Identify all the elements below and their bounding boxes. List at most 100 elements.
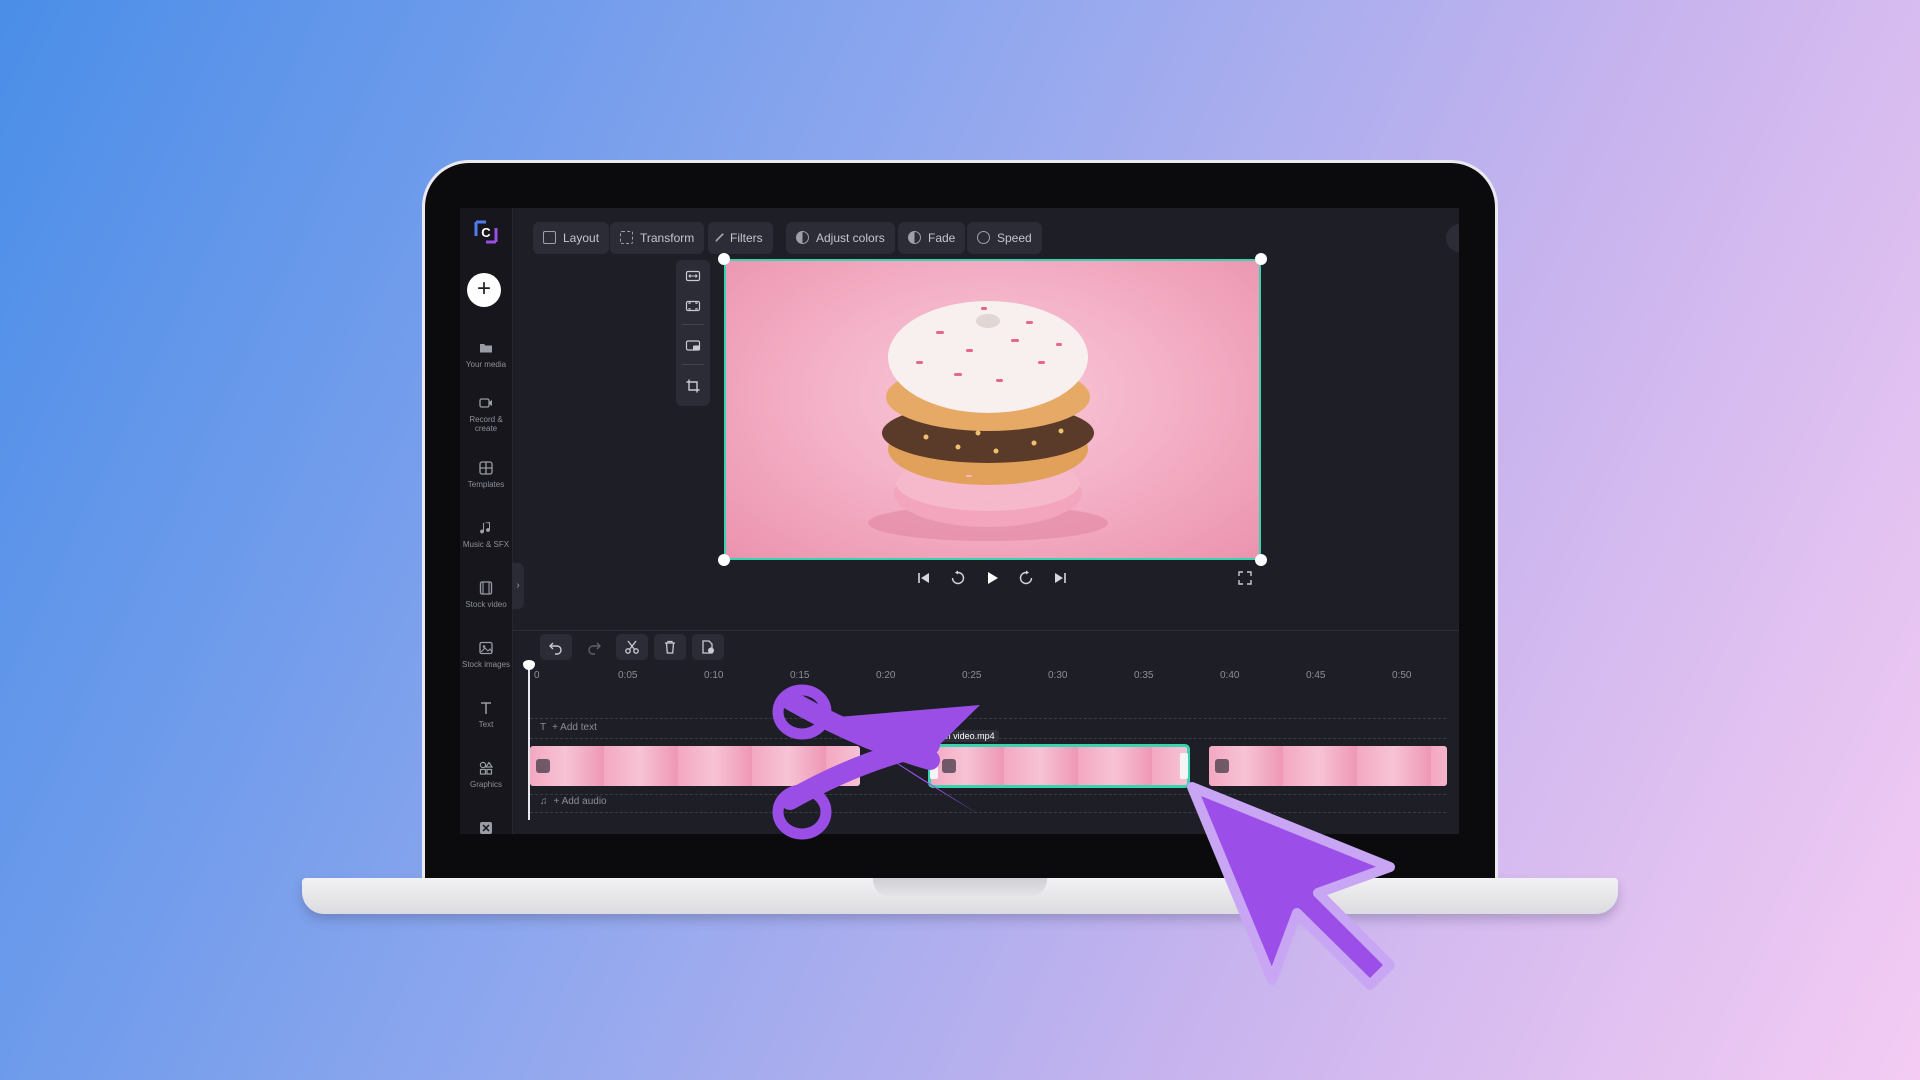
rewind-5s-icon[interactable]	[950, 570, 966, 586]
skip-to-end-icon[interactable]	[1052, 570, 1068, 586]
layout-button[interactable]: Layout	[533, 222, 610, 254]
trim-handle-left[interactable]	[930, 753, 938, 779]
speedometer-icon	[977, 231, 990, 244]
contrast-icon	[796, 231, 809, 244]
tick-label: 0:05	[618, 670, 638, 681]
tick-label: 0:35	[1134, 670, 1154, 681]
forward-5s-icon[interactable]	[1018, 570, 1034, 586]
shapes-icon	[479, 761, 494, 775]
timeline-ruler[interactable]: 0 0:05 0:10 0:15 0:20 0:25 0:30 0:35 0:4…	[460, 666, 1459, 690]
crop-icon[interactable]	[685, 378, 701, 394]
tick-label: 0:10	[704, 670, 724, 681]
sidebar-item-label: Text	[478, 720, 494, 729]
split-button[interactable]	[616, 634, 648, 660]
fill-icon[interactable]	[685, 298, 701, 314]
sidebar: C + Your media Record & create Templates…	[460, 208, 513, 834]
text-track-line	[530, 718, 1446, 719]
sidebar-item-stock-images[interactable]: Stock images	[460, 640, 512, 669]
clipchamp-logo: C	[474, 220, 498, 244]
sidebar-item-more[interactable]	[460, 820, 512, 834]
transform-icon	[620, 231, 633, 244]
text-icon	[481, 702, 491, 714]
fade-icon	[908, 231, 921, 244]
sidebar-item-label: Templates	[467, 480, 505, 489]
text-icon: T	[540, 722, 547, 733]
sidebar-item-text[interactable]: Text	[460, 700, 512, 729]
transform-button[interactable]: Transform	[610, 222, 705, 254]
templates-icon	[479, 461, 493, 475]
sidebar-item-label: Record & create	[469, 415, 503, 433]
trim-handle-right[interactable]	[1180, 753, 1188, 779]
speed-button[interactable]: Speed	[967, 222, 1042, 254]
layout-icon	[543, 231, 556, 244]
fullscreen-icon[interactable]	[1237, 570, 1253, 586]
video-clip-1[interactable]	[530, 746, 860, 786]
video-clip-3[interactable]	[1209, 746, 1447, 786]
sidebar-item-templates[interactable]: Templates	[460, 460, 512, 489]
file-add-icon	[702, 640, 714, 654]
panel-divider	[512, 630, 1459, 631]
scissors-icon	[625, 640, 639, 654]
fade-button[interactable]: Fade	[898, 222, 966, 254]
expand-panel-toggle[interactable]: ›	[512, 563, 524, 609]
audio-icon	[1215, 759, 1229, 773]
add-media-button[interactable]: +	[467, 273, 501, 307]
tick-label: 0:15	[790, 670, 810, 681]
video-clip-2-selected[interactable]	[928, 744, 1190, 788]
donut-stack-image	[868, 301, 1108, 541]
sidebar-item-stock-video[interactable]: Stock video	[460, 580, 512, 609]
image-icon	[479, 641, 493, 655]
trash-icon	[665, 640, 675, 654]
resize-handle-top-left[interactable]	[718, 253, 730, 265]
music-note-icon	[480, 522, 491, 534]
clip-name-label: Trim video.mp4	[929, 730, 999, 742]
sidebar-item-label: Graphics	[469, 780, 502, 789]
transitions-icon	[480, 822, 492, 834]
undo-button[interactable]	[540, 634, 572, 660]
tick-label: 0:25	[962, 670, 982, 681]
sidebar-item-label: Your media	[465, 360, 507, 369]
tick-label: 0:50	[1392, 670, 1412, 681]
tick-label: 0:20	[876, 670, 896, 681]
laptop-notch	[873, 878, 1047, 896]
undo-icon	[549, 642, 562, 655]
film-icon	[479, 581, 493, 595]
logo-letter: C	[481, 225, 491, 240]
redo-button[interactable]	[578, 634, 610, 660]
export-menu-button[interactable]	[1446, 224, 1459, 252]
folder-icon	[480, 344, 492, 353]
play-icon[interactable]	[984, 570, 1000, 586]
tick-label: 0:45	[1306, 670, 1326, 681]
add-text-track[interactable]: T + Add text	[540, 722, 597, 733]
fit-icon[interactable]	[685, 268, 701, 284]
skip-to-start-icon[interactable]	[916, 570, 932, 586]
adjust-colors-button[interactable]: Adjust colors	[786, 222, 895, 254]
sidebar-item-record-create[interactable]: Record & create	[460, 395, 512, 433]
sidebar-item-your-media[interactable]: Your media	[460, 340, 512, 369]
video-preview[interactable]	[724, 259, 1261, 560]
audio-track-line	[530, 794, 1446, 795]
filters-button[interactable]: Filters	[708, 222, 773, 254]
resize-handle-bottom-left[interactable]	[718, 554, 730, 566]
tick-label: 0:30	[1048, 670, 1068, 681]
music-note-icon: ♫	[540, 796, 548, 807]
sidebar-item-music-sfx[interactable]: Music & SFX	[460, 520, 512, 549]
audio-icon	[536, 759, 550, 773]
sidebar-item-graphics[interactable]: Graphics	[460, 760, 512, 789]
playhead[interactable]	[528, 662, 530, 820]
add-audio-track[interactable]: ♫ + Add audio	[540, 796, 607, 807]
sidebar-item-label: Music & SFX	[462, 540, 510, 549]
resize-handle-top-right[interactable]	[1255, 253, 1267, 265]
sidebar-item-label: Stock video	[465, 600, 507, 609]
resize-handle-bottom-right[interactable]	[1255, 554, 1267, 566]
magic-wand-icon	[714, 232, 727, 245]
video-camera-icon	[479, 398, 492, 408]
editor-screen: C + Your media Record & create Templates…	[460, 208, 1459, 834]
add-to-library-button[interactable]	[692, 634, 724, 660]
picture-in-picture-icon[interactable]	[685, 338, 701, 354]
redo-icon	[588, 642, 601, 655]
tick-label: 0	[534, 670, 540, 681]
preview-tool-strip	[676, 260, 710, 406]
delete-button[interactable]	[654, 634, 686, 660]
audio-track-line	[530, 812, 1446, 813]
